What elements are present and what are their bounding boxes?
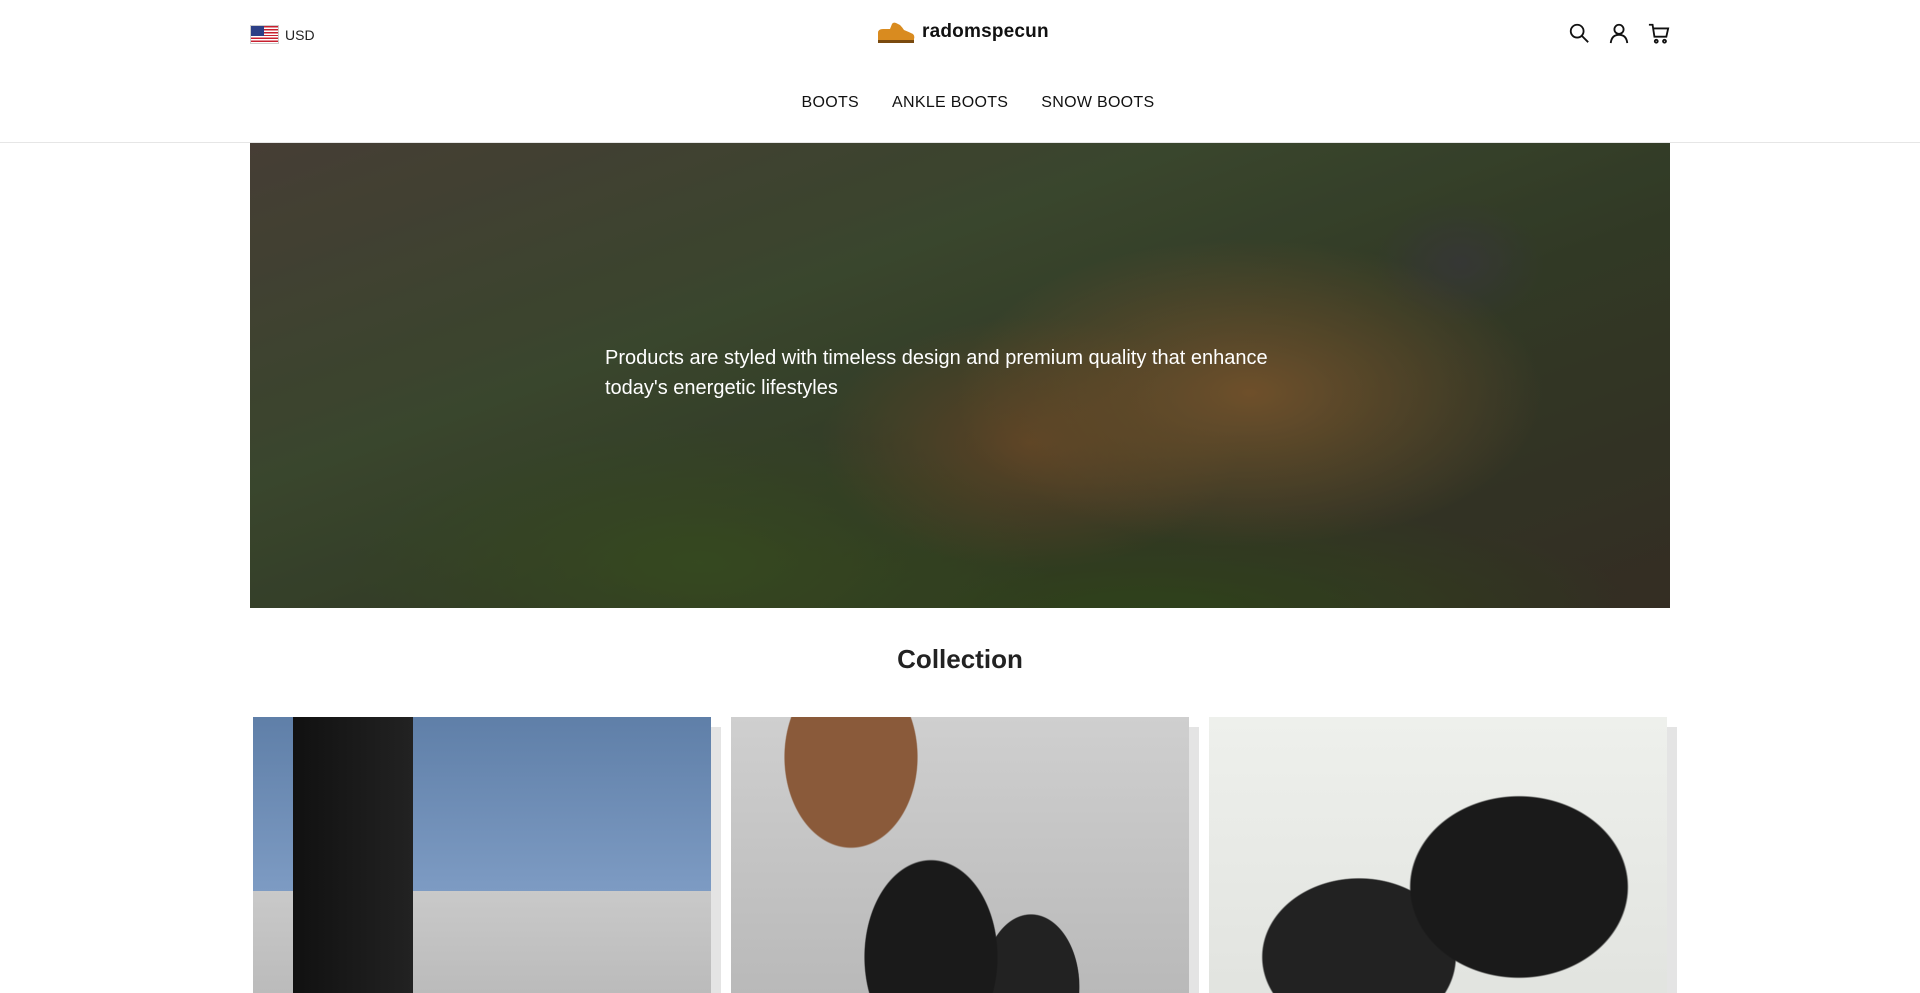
boot-icon [878,22,915,43]
card-shadow [1189,727,1199,993]
nav-item-boots[interactable]: BOOTS [802,94,860,112]
collection-title: Collection [897,644,1023,674]
cart-icon[interactable] [1646,20,1672,46]
nav-item-ankle-boots[interactable]: ANKLE BOOTS [892,94,1008,112]
main-nav: BOOTS ANKLE BOOTS SNOW BOOTS [0,94,1920,112]
us-flag-icon [250,25,279,44]
account-icon[interactable] [1606,20,1632,46]
header-actions [1566,20,1672,46]
hero-tagline: Products are styled with timeless design… [605,347,1268,399]
collection-card-lace-up-boots[interactable] [253,717,711,993]
search-icon[interactable] [1566,20,1592,46]
collection-card-slouch-boots[interactable] [731,717,1189,993]
currency-label: USD [285,26,315,43]
currency-selector[interactable]: USD [250,25,315,44]
store-logo[interactable]: radomspecun [876,21,1049,43]
logo-text: radomspecun [922,21,1049,42]
hero-banner[interactable]: Products are styled with timeless design… [250,143,1670,608]
card-shadow [711,727,721,993]
collection-card-suede-boots[interactable] [1209,717,1667,993]
card-shadow [1667,727,1677,993]
site-header: USD radomspecun BOOTS ANKLE BOOTS SNOW B… [0,0,1920,143]
nav-item-snow-boots[interactable]: SNOW BOOTS [1041,94,1154,112]
